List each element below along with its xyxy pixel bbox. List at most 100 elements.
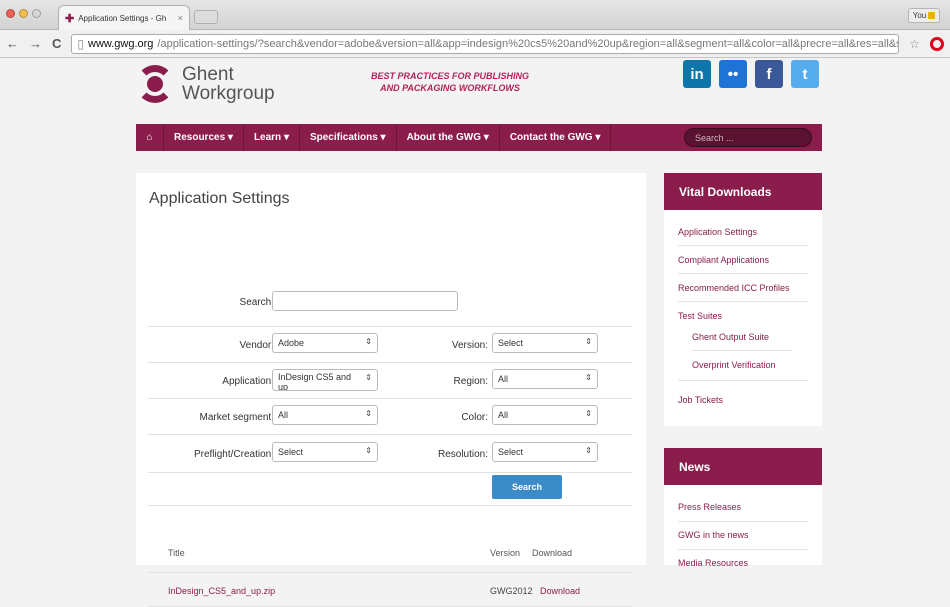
- divider: [678, 273, 808, 274]
- gwg-logo-icon: [136, 65, 174, 103]
- twitter-icon[interactable]: t: [791, 60, 819, 88]
- color-value: All: [498, 410, 509, 420]
- divider: [678, 301, 808, 302]
- application-settings-panel: Application Settings Search: Vendor: Ado…: [136, 173, 646, 607]
- address-bar[interactable]: ▯ www.gwg.org/application-settings/?sear…: [71, 33, 900, 54]
- minimize-window-button[interactable]: [19, 9, 28, 18]
- preflight-select[interactable]: Select ⇕: [272, 442, 378, 462]
- nav-resources[interactable]: Resources ▾: [164, 124, 244, 151]
- application-label: Application:: [222, 376, 274, 387]
- segment-label: Market segment:: [199, 412, 274, 423]
- vendor-select[interactable]: Adobe ⇕: [272, 333, 378, 353]
- select-arrow-icon: ⇕: [585, 409, 592, 418]
- select-arrow-icon: ⇕: [585, 337, 592, 346]
- facebook-icon[interactable]: f: [755, 60, 783, 88]
- opera-extension-icon[interactable]: [930, 36, 944, 51]
- preflight-label: Preflight/Creation:: [193, 449, 274, 460]
- application-value: InDesign CS5 and up: [278, 372, 352, 391]
- social-links: in •• f t: [683, 60, 819, 88]
- news-link-gwg-in-the-news[interactable]: GWG in the news: [678, 530, 749, 540]
- column-title: Title: [168, 548, 185, 558]
- reload-icon[interactable]: C: [52, 36, 61, 51]
- color-select[interactable]: All ⇕: [492, 405, 598, 425]
- news-link-media-resources[interactable]: Media Resources: [678, 558, 748, 568]
- vital-downloads-panel: Vital Downloads Application Settings Com…: [664, 173, 822, 426]
- application-row: Application: InDesign CS5 and up ⇕ Region…: [148, 363, 632, 399]
- select-arrow-icon: ⇕: [365, 337, 372, 346]
- browser-tab-strip: ✚ Application Settings - Gh × You: [0, 0, 950, 30]
- logo-line-2: Workgroup: [182, 83, 275, 104]
- back-icon[interactable]: ←: [6, 36, 19, 51]
- close-window-button[interactable]: [6, 9, 15, 18]
- logo-text: Ghent Workgroup: [182, 65, 275, 103]
- logo-line-1: Ghent: [182, 64, 234, 85]
- nav-about[interactable]: About the GWG ▾: [397, 124, 500, 151]
- tagline-line-1: BEST PRACTICES FOR PUBLISHING: [370, 71, 529, 81]
- version-label: Version:: [451, 340, 488, 351]
- result-title-link[interactable]: InDesign_CS5_and_up.zip: [168, 586, 275, 596]
- profile-button[interactable]: You: [908, 8, 940, 23]
- region-label: Region:: [453, 376, 488, 387]
- zoom-window-button[interactable]: [32, 9, 41, 18]
- column-version: Version: [490, 548, 521, 558]
- region-select[interactable]: All ⇕: [492, 369, 598, 389]
- download-link-ghent-output-suite[interactable]: Ghent Output Suite: [692, 332, 769, 342]
- segment-value: All: [278, 410, 289, 420]
- nav-specifications[interactable]: Specifications ▾: [300, 124, 397, 151]
- tab-title: Application Settings - Gh: [78, 13, 167, 23]
- bookmark-star-icon[interactable]: ☆: [909, 37, 920, 51]
- divider: [148, 505, 632, 506]
- download-link-icc-profiles[interactable]: Recommended ICC Profiles: [678, 283, 790, 293]
- search-input[interactable]: [272, 291, 458, 311]
- select-arrow-icon: ⇕: [585, 373, 592, 382]
- segment-row: Market segment: All ⇕ Color: All ⇕: [148, 399, 632, 435]
- result-download-link[interactable]: Download: [540, 586, 580, 596]
- preflight-value: Select: [278, 447, 304, 457]
- search-button[interactable]: Search: [492, 475, 562, 499]
- forward-icon[interactable]: →: [29, 36, 42, 51]
- select-arrow-icon: ⇕: [585, 446, 592, 455]
- site-tagline: BEST PRACTICES FOR PUBLISHING AND PACKAG…: [340, 70, 560, 94]
- segment-select[interactable]: All ⇕: [272, 405, 378, 425]
- news-link-press-releases[interactable]: Press Releases: [678, 502, 741, 512]
- download-link-overprint-verification[interactable]: Overprint Verification: [692, 360, 776, 370]
- flickr-icon[interactable]: ••: [719, 60, 747, 88]
- home-icon[interactable]: ⌂: [136, 124, 164, 151]
- preflight-row: Preflight/Creation: Select ⇕ Resolution: …: [148, 435, 632, 473]
- select-arrow-icon: ⇕: [365, 446, 372, 455]
- version-value: Select: [498, 338, 524, 348]
- window-controls: [6, 9, 41, 18]
- resolution-select[interactable]: Select ⇕: [492, 442, 598, 462]
- browser-tab[interactable]: ✚ Application Settings - Gh ×: [58, 5, 190, 30]
- result-version: GWG2012: [490, 586, 533, 596]
- resolution-value: Select: [498, 447, 524, 457]
- url-host: www.gwg.org: [88, 37, 154, 50]
- column-download: Download: [532, 548, 573, 558]
- new-tab-button[interactable]: [194, 10, 218, 24]
- page-icon: ▯: [77, 36, 84, 51]
- warning-icon: [928, 12, 936, 19]
- download-link-test-suites[interactable]: Test Suites: [678, 311, 722, 321]
- tagline-line-2: AND PACKAGING WORKFLOWS: [380, 83, 520, 93]
- news-panel: News Press Releases GWG in the news Medi…: [664, 448, 822, 568]
- site-favicon-icon: ✚: [65, 12, 75, 25]
- version-select[interactable]: Select ⇕: [492, 333, 598, 353]
- linkedin-icon[interactable]: in: [683, 60, 711, 88]
- news-title: News: [664, 448, 822, 485]
- region-value: All: [498, 374, 509, 384]
- color-label: Color:: [461, 412, 488, 423]
- site-search-input[interactable]: Search ...: [684, 128, 812, 147]
- nav-contact[interactable]: Contact the GWG ▾: [500, 124, 612, 151]
- download-link-job-tickets[interactable]: Job Tickets: [678, 395, 723, 405]
- download-link-application-settings[interactable]: Application Settings: [678, 227, 757, 237]
- vendor-row: Vendor: Adobe ⇕ Version: Select ⇕: [148, 327, 632, 363]
- tab-close-icon[interactable]: ×: [178, 13, 183, 23]
- site-logo[interactable]: Ghent Workgroup: [136, 65, 275, 103]
- divider: [678, 380, 808, 381]
- divider: [678, 549, 808, 550]
- download-link-compliant-applications[interactable]: Compliant Applications: [678, 255, 769, 265]
- application-select[interactable]: InDesign CS5 and up ⇕: [272, 369, 378, 391]
- main-navigation: ⌂ Resources ▾ Learn ▾ Specifications ▾ A…: [136, 124, 822, 151]
- vendor-label: Vendor:: [239, 340, 274, 351]
- nav-learn[interactable]: Learn ▾: [244, 124, 300, 151]
